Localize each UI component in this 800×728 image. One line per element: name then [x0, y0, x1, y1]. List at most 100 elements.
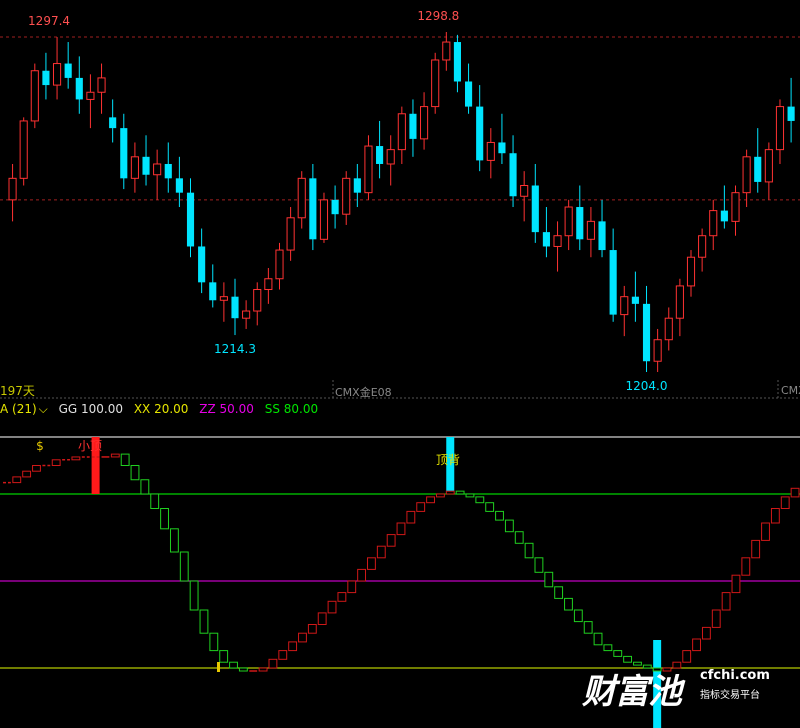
candle-35: [397, 106, 406, 164]
signal-bar-0: [91, 437, 100, 494]
osc-bar-60: [593, 632, 603, 646]
candle-17: [198, 228, 206, 294]
candle-body: [86, 91, 95, 100]
chart-stage: 1297.4 1298.8 1214.3 1204.0 197天 CMX金E08 CM…: [0, 0, 800, 728]
low-annotation-3: 1204.0: [626, 379, 668, 393]
candle-0: [8, 163, 17, 222]
candle-body: [175, 178, 183, 193]
candle-11: [130, 142, 139, 193]
brand-tagline: 指标交易平台: [700, 690, 760, 701]
candle-body: [642, 303, 651, 362]
high-annotation-0: 1297.4: [28, 14, 70, 28]
candle-57: [642, 285, 651, 372]
candle-66: [742, 149, 751, 208]
osc-bar-52: [514, 531, 524, 544]
osc-bar-31: [307, 624, 317, 634]
candle-body: [631, 296, 639, 304]
osc-bar-72: [711, 609, 721, 628]
candle-62: [698, 228, 707, 272]
osc-bar-33: [327, 600, 337, 614]
candle-69: [775, 99, 785, 164]
osc-bar-22: [219, 650, 229, 663]
candle-body: [542, 232, 550, 247]
candle-70: [787, 77, 795, 143]
osc-bar-57: [564, 597, 573, 611]
candle-body: [653, 339, 662, 362]
candle-body: [576, 207, 584, 240]
osc-bar-14: [140, 479, 150, 495]
candle-46: [520, 171, 529, 222]
candle-body: [376, 146, 384, 164]
osc-bar-43: [426, 496, 435, 504]
candle-body: [775, 106, 785, 151]
candle-body: [720, 210, 728, 222]
osc-bar-75: [741, 557, 751, 576]
candle-body: [498, 142, 506, 154]
candle-body: [731, 192, 740, 222]
osc-bar-28: [278, 650, 288, 660]
candle-body: [186, 192, 195, 247]
candle-36: [409, 99, 417, 157]
candle-13: [153, 149, 162, 200]
osc-bar-37: [367, 557, 376, 570]
candle-24: [275, 242, 284, 290]
osc-bar-29: [288, 641, 298, 652]
osc-bar-48: [475, 496, 485, 504]
candle-body: [64, 63, 72, 78]
low-annotation-2: 1214.3: [214, 342, 256, 356]
candle-61: [686, 250, 696, 297]
candle-12: [142, 135, 150, 186]
candle-2: [30, 63, 39, 129]
candle-body: [509, 153, 517, 197]
high-annotation-1: 1298.8: [417, 9, 459, 23]
candle-58: [653, 328, 662, 372]
osc-bar-69: [682, 650, 692, 663]
candle-41: [465, 63, 473, 114]
candle-3: [42, 52, 50, 100]
candle-16: [186, 178, 195, 258]
candle-body: [52, 63, 62, 86]
candle-5: [64, 42, 72, 89]
osc-bar-47: [465, 493, 475, 498]
osc-bar-74: [731, 574, 741, 594]
candle-10: [120, 113, 128, 190]
candle-body: [442, 41, 451, 61]
param-zz: ZZ 50.00: [199, 402, 254, 416]
osc-bar-15: [150, 493, 160, 509]
candle-28: [319, 192, 329, 243]
candle-30: [342, 171, 351, 225]
chevron-down-icon[interactable]: ⌵: [39, 402, 48, 416]
candle-body: [620, 296, 629, 316]
indicator-name[interactable]: A (21) ⌵: [0, 402, 48, 416]
osc-bar-53: [524, 542, 534, 559]
candlestick-panel[interactable]: 1297.4 1298.8 1214.3 1204.0: [0, 0, 800, 400]
osc-bar-54: [534, 557, 544, 573]
osc-bar-30: [298, 632, 307, 643]
candle-body: [142, 156, 150, 175]
indicator-header: A (21) ⌵ GG 100.00 XX 20.00 ZZ 50.00 SS 8…: [0, 400, 800, 418]
candle-23: [264, 267, 273, 304]
candle-body: [386, 149, 395, 165]
osc-bar-42: [416, 502, 426, 512]
osc-bar-49: [485, 502, 495, 512]
osc-bar-58: [573, 609, 583, 623]
osc-bar-23: [229, 661, 238, 669]
candle-body: [598, 221, 606, 251]
candle-body: [309, 178, 317, 240]
osc-bar-73: [721, 592, 731, 611]
osc-bar-32: [317, 612, 327, 626]
osc-bar-70: [692, 638, 701, 652]
candle-body: [209, 282, 217, 301]
indicator-name-text: A (21): [0, 402, 37, 416]
candle-body: [486, 141, 495, 161]
candle-14: [164, 142, 172, 193]
candle-body: [764, 149, 773, 183]
candle-body: [664, 317, 673, 341]
candle-body: [586, 220, 595, 240]
osc-bar-62: [613, 650, 623, 657]
candle-body: [331, 199, 339, 215]
candle-27: [309, 163, 317, 251]
candle-body: [42, 70, 50, 86]
signal-bar-1: [446, 437, 455, 494]
candle-body: [120, 128, 128, 179]
